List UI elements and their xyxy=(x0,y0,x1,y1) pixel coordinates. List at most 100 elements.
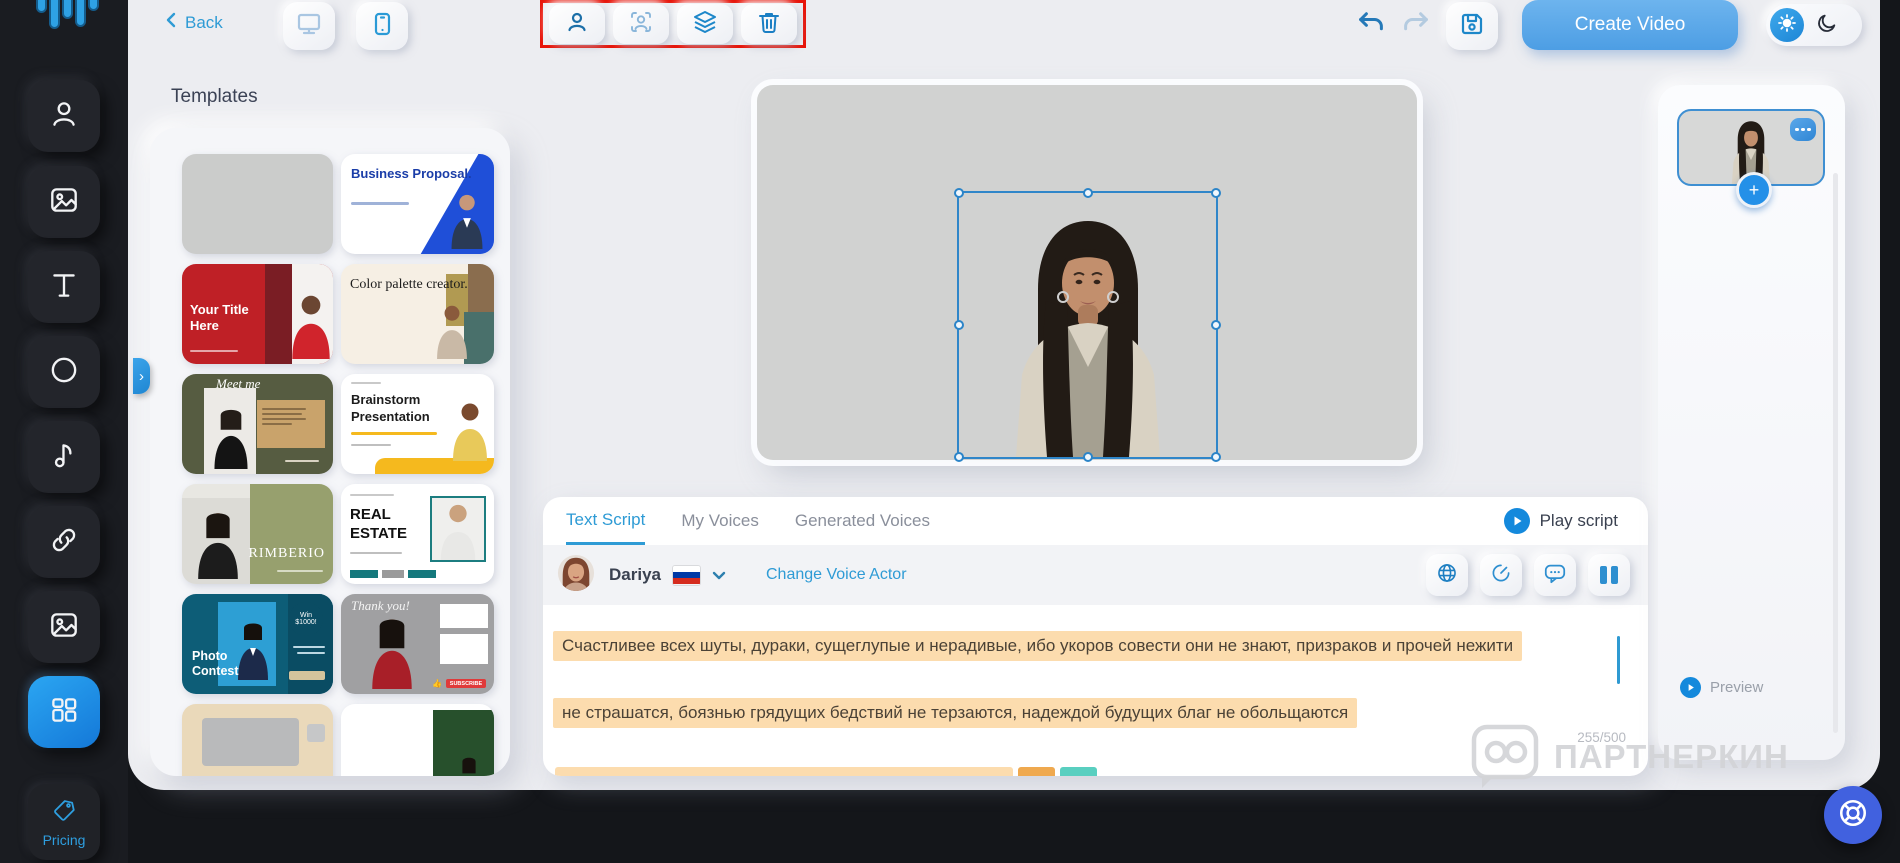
sidebar-item-text[interactable] xyxy=(28,251,100,323)
script-text-line-1[interactable]: Счастливее всех шуты, дураки, сущеглупые… xyxy=(553,631,1522,661)
avatar-frame-icon xyxy=(628,9,654,40)
selection-handle[interactable] xyxy=(1083,452,1093,462)
selection-handle[interactable] xyxy=(1211,188,1221,198)
light-theme-button[interactable] xyxy=(1770,8,1804,42)
layers-button[interactable] xyxy=(677,4,733,44)
template-card-real-estate[interactable]: REAL ESTATE xyxy=(341,484,494,584)
tab-generated-voices[interactable]: Generated Voices xyxy=(795,497,930,545)
subtitles-button[interactable] xyxy=(1534,554,1576,596)
chevron-down-icon[interactable] xyxy=(712,571,726,580)
presenter-silhouette xyxy=(446,191,488,254)
decor-line xyxy=(351,202,409,205)
selection-handle[interactable] xyxy=(954,452,964,462)
back-chevron-icon xyxy=(165,12,176,33)
avatar-frame-button[interactable] xyxy=(613,4,669,44)
play-script-label: Play script xyxy=(1540,511,1618,531)
sidebar-item-templates[interactable] xyxy=(28,676,100,748)
theme-toggle xyxy=(1766,4,1862,46)
decor-block xyxy=(307,724,325,742)
language-button[interactable] xyxy=(1426,554,1468,596)
app-logo xyxy=(36,0,100,32)
decor-note xyxy=(257,400,325,448)
clipped-teal-tag xyxy=(1060,767,1097,776)
save-button[interactable] xyxy=(1446,2,1498,50)
undo-icon xyxy=(1356,9,1386,42)
decor-photo xyxy=(430,496,486,562)
template-card-partial-green[interactable] xyxy=(341,704,494,776)
decor-block xyxy=(202,718,299,766)
template-card-business-proposal[interactable]: Business Proposal. xyxy=(341,154,494,254)
pause-button[interactable] xyxy=(1588,554,1630,596)
dark-theme-button[interactable] xyxy=(1812,10,1842,40)
decor-bar xyxy=(382,570,404,578)
tab-text-script[interactable]: Text Script xyxy=(566,497,645,545)
template-card-color-palette[interactable]: Color palette creator. xyxy=(341,264,494,364)
canvas-avatar[interactable] xyxy=(968,205,1208,457)
preview-button[interactable]: Preview xyxy=(1680,677,1763,698)
watermark: ПАРТНЕРКИН xyxy=(1470,724,1789,790)
avatar-tool-button[interactable] xyxy=(549,4,605,44)
trash-icon xyxy=(756,9,782,40)
back-button[interactable]: Back xyxy=(165,12,223,33)
decor-line xyxy=(297,652,325,654)
script-scrollbar[interactable] xyxy=(1617,636,1620,684)
template-card-blank[interactable] xyxy=(182,154,333,254)
avatar-selection-box[interactable] xyxy=(957,191,1218,459)
sidebar-item-media[interactable] xyxy=(28,591,100,663)
voice-avatar[interactable] xyxy=(557,554,595,597)
expand-templates-button[interactable]: › xyxy=(133,358,150,394)
template-card-brainstorm[interactable]: Brainstorm Presentation xyxy=(341,374,494,474)
media-icon xyxy=(47,608,81,647)
sidebar-item-images[interactable] xyxy=(28,166,100,238)
decor-line xyxy=(351,382,381,384)
speed-button[interactable] xyxy=(1480,554,1522,596)
sidebar-item-link[interactable] xyxy=(28,506,100,578)
decor-button xyxy=(289,671,325,680)
tab-my-voices[interactable]: My Voices xyxy=(681,497,758,545)
decor-line xyxy=(351,432,437,435)
desktop-view-button[interactable] xyxy=(283,2,335,50)
template-card-rimberio[interactable]: RIMBERIO xyxy=(182,484,333,584)
decor-block xyxy=(440,634,488,664)
link-icon xyxy=(47,523,81,562)
voice-name[interactable]: Dariya xyxy=(609,565,661,585)
undo-button[interactable] xyxy=(1355,10,1387,40)
redo-button[interactable] xyxy=(1400,10,1432,40)
selection-handle[interactable] xyxy=(1083,188,1093,198)
selection-handle[interactable] xyxy=(1211,452,1221,462)
template-card-your-title[interactable]: Your Title Here xyxy=(182,264,333,364)
add-slide-button[interactable]: + xyxy=(1736,172,1772,208)
sidebar-item-shapes[interactable] xyxy=(28,336,100,408)
music-icon xyxy=(47,438,81,477)
selection-handle[interactable] xyxy=(1211,320,1221,330)
selection-handle[interactable] xyxy=(954,320,964,330)
selection-handle[interactable] xyxy=(954,188,964,198)
templates-grid: Business Proposal. Your Title Here xyxy=(182,154,494,776)
speed-gauge-icon xyxy=(1490,562,1512,589)
change-voice-actor-link[interactable]: Change Voice Actor xyxy=(766,566,907,584)
template-card-thank-you[interactable]: Thank you! SUBSCRIBE 👍 xyxy=(341,594,494,694)
slides-scrollbar[interactable] xyxy=(1833,173,1838,733)
sidebar-item-music[interactable] xyxy=(28,421,100,493)
presenter-silhouette xyxy=(192,509,244,584)
desktop-icon xyxy=(295,10,323,43)
pricing-button[interactable]: Pricing xyxy=(28,784,100,860)
template-card-photo-contest[interactable]: Photo Contest Win $1000! xyxy=(182,594,333,694)
template-title: Color palette creator. xyxy=(350,274,468,295)
play-script-button[interactable]: Play script xyxy=(1504,508,1618,534)
sidebar-item-avatars[interactable] xyxy=(28,80,100,152)
template-card-partial-tan[interactable] xyxy=(182,704,333,776)
play-icon xyxy=(1504,508,1530,534)
script-text-line-2[interactable]: не страшатся, боязнью грядущих бедствий … xyxy=(553,698,1357,728)
template-card-meet-me[interactable]: Meet me xyxy=(182,374,333,474)
delete-button[interactable] xyxy=(741,4,797,44)
script-tabs: Text Script My Voices Generated Voices P… xyxy=(543,497,1648,545)
create-video-button[interactable]: Create Video xyxy=(1522,0,1738,50)
decor-bar xyxy=(408,570,436,578)
presenter-silhouette xyxy=(210,407,252,474)
mobile-view-button[interactable] xyxy=(356,2,408,50)
help-button[interactable] xyxy=(1824,786,1882,844)
slide-options-button[interactable] xyxy=(1790,118,1816,141)
avatar-tool-icon xyxy=(564,9,590,40)
image-icon xyxy=(47,183,81,222)
